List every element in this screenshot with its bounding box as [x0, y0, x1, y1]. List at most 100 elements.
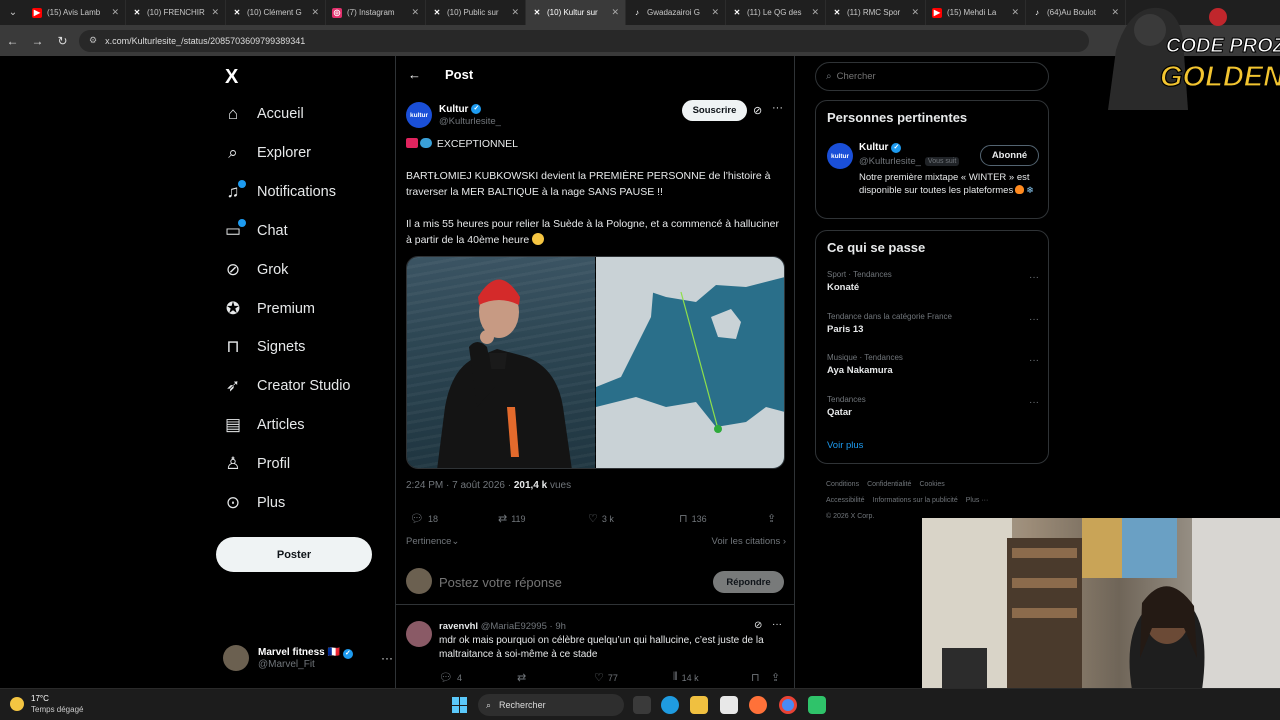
repost-action[interactable]: ⇄ — [517, 671, 530, 684]
nav-item-articles[interactable]: ▤ Articles — [223, 410, 305, 440]
windows-start-icon[interactable] — [452, 697, 468, 713]
more-horizontal-icon[interactable]: ··· — [1029, 397, 1039, 408]
account-switcher[interactable]: Marvel fitness 🇫🇷 ✓ @Marvel_Fit ··· — [223, 642, 393, 674]
footer-link[interactable]: © 2026 X Corp. — [826, 513, 874, 520]
weather-widget[interactable]: 17°C Temps dégagé — [10, 693, 83, 715]
person-name[interactable]: Kultur ✓ — [859, 142, 902, 153]
reply-action[interactable]: 💬︎ 4 — [439, 671, 462, 684]
nav-item-creator-studio[interactable]: ➶ Creator Studio — [223, 371, 351, 401]
close-tab-icon[interactable]: ✕ — [111, 7, 119, 18]
trend-item[interactable]: Sport · Tendances Konaté ··· — [827, 270, 1039, 300]
url-field[interactable]: ⚙ x.com/Kulturlesite_/status/20857036097… — [79, 29, 1089, 52]
baltic-sea-map[interactable] — [596, 257, 784, 468]
search-input[interactable] — [836, 71, 1027, 82]
subscribe-button[interactable]: Souscrire — [682, 100, 747, 121]
trend-item[interactable]: Tendances Qatar ··· — [827, 395, 1039, 425]
more-horizontal-icon[interactable]: ··· — [381, 651, 393, 665]
share-action[interactable]: ⇪ — [771, 671, 784, 684]
browser-tab[interactable]: ✕ (10) Public sur ✕ — [426, 0, 526, 25]
close-tab-icon[interactable]: ✕ — [711, 7, 719, 18]
back-arrow-icon[interactable]: ← — [0, 34, 25, 48]
more-horizontal-icon[interactable]: ··· — [1029, 314, 1039, 325]
grok-icon[interactable]: ⊘ — [754, 620, 762, 631]
edge-icon[interactable] — [661, 696, 679, 714]
nav-item-signets[interactable]: ⊓ Signets — [223, 332, 305, 362]
browser-tab[interactable]: ✕ (10) FRENCHIR ✕ — [126, 0, 226, 25]
more-horizontal-icon[interactable]: ··· — [772, 102, 783, 114]
browser-tab[interactable]: ▶ (15) Mehdi La ✕ — [926, 0, 1026, 25]
more-horizontal-icon[interactable]: ··· — [772, 619, 782, 630]
forward-arrow-icon[interactable]: → — [25, 34, 50, 48]
avatar[interactable]: kultur — [406, 102, 432, 128]
close-tab-icon[interactable]: ✕ — [311, 7, 319, 18]
author-name[interactable]: Kultur ✓ — [439, 104, 501, 115]
footer-link[interactable]: Conditions — [826, 481, 859, 488]
sort-dropdown[interactable]: Pertinence⌄ — [406, 536, 459, 547]
avatar[interactable] — [406, 621, 432, 647]
footer-link[interactable]: Informations sur la publicité — [873, 497, 958, 504]
nav-item-premium[interactable]: ✪ Premium — [223, 294, 315, 324]
nav-item-accueil[interactable]: ⌂ Accueil — [223, 99, 304, 129]
more-horizontal-icon[interactable]: ··· — [1029, 355, 1039, 366]
reply-tweet[interactable]: ravenvhl @MariaE92995 · 9h ⊘ ··· mdr ok … — [396, 613, 794, 688]
browser-tab[interactable]: ▶ (15) Avis Lamb ✕ — [26, 0, 126, 25]
close-tab-icon[interactable]: ✕ — [911, 7, 919, 18]
browser-tab[interactable]: ◎ (7) Instagram ✕ — [326, 0, 426, 25]
close-tab-icon[interactable]: ✕ — [1011, 7, 1019, 18]
reply-button[interactable]: Répondre — [713, 571, 784, 593]
bookmark-action[interactable]: ⊓ — [751, 671, 764, 684]
like-action[interactable]: ♡ 3 k — [588, 512, 614, 525]
repost-action[interactable]: ⇄ 119 — [498, 512, 526, 525]
footer-link[interactable]: Confidentialité — [867, 481, 911, 488]
trend-item[interactable]: Musique · Tendances Aya Nakamura ··· — [827, 353, 1039, 383]
more-horizontal-icon[interactable]: ··· — [1029, 272, 1039, 283]
search-box[interactable]: ⌕ — [815, 62, 1049, 91]
close-tab-icon[interactable]: ✕ — [511, 7, 519, 18]
x-logo-icon[interactable]: X — [225, 66, 238, 89]
like-action[interactable]: ♡ 77 — [594, 671, 618, 684]
nav-item-notifications[interactable]: ♫ Notifications — [223, 177, 336, 207]
close-tab-icon[interactable]: ✕ — [611, 7, 619, 18]
browser-tab[interactable]: ✕ (11) RMC Spor ✕ — [826, 0, 926, 25]
grok-icon[interactable]: ⊘ — [753, 104, 762, 117]
close-tab-icon[interactable]: ✕ — [211, 7, 219, 18]
back-arrow-icon[interactable]: ← — [408, 67, 421, 82]
nav-item-profil[interactable]: ♙ Profil — [223, 449, 290, 479]
browser-tab[interactable]: ✕ (10) Clément G ✕ — [226, 0, 326, 25]
reply-action[interactable]: 💬︎ 18 — [410, 512, 438, 525]
tab-search-icon[interactable]: ⌄ — [0, 0, 26, 25]
author-handle[interactable]: @Kulturlesite_ — [439, 116, 501, 127]
trend-item[interactable]: Tendance dans la catégorie France Paris 1… — [827, 312, 1039, 342]
store-icon[interactable] — [720, 696, 738, 714]
nav-item-plus[interactable]: ⊙ Plus — [223, 488, 285, 518]
chrome-icon[interactable] — [779, 696, 797, 714]
site-settings-icon[interactable]: ⚙ — [89, 35, 97, 46]
share-action[interactable]: ⇪ — [767, 512, 780, 525]
nav-item-chat[interactable]: ▭ Chat — [223, 216, 288, 246]
close-tab-icon[interactable]: ✕ — [811, 7, 819, 18]
reply-input[interactable] — [439, 571, 689, 593]
close-tab-icon[interactable]: ✕ — [411, 7, 419, 18]
nav-item-grok[interactable]: ⊘ Grok — [223, 255, 289, 285]
footer-link[interactable]: Plus ··· — [966, 497, 989, 504]
post-button[interactable]: Poster — [216, 537, 372, 572]
reload-icon[interactable]: ↻ — [50, 34, 75, 48]
file-explorer-icon[interactable] — [690, 696, 708, 714]
view-quotes-link[interactable]: Voir les citations › — [712, 536, 786, 547]
show-more-link[interactable]: Voir plus — [827, 440, 863, 451]
app-icon[interactable] — [808, 696, 826, 714]
tweet-media[interactable] — [406, 256, 785, 469]
taskbar-search[interactable]: ⌕ Rechercher — [478, 694, 624, 716]
browser-tab[interactable]: ♪ Gwadazairoi G ✕ — [626, 0, 726, 25]
footer-link[interactable]: Cookies — [919, 481, 944, 488]
browser-tab[interactable]: ✕ (10) Kultur sur ✕ — [526, 0, 626, 25]
views-action[interactable]: ⫴ 14 k — [673, 671, 699, 684]
bookmark-action[interactable]: ⊓ 136 — [679, 512, 707, 525]
nav-item-explorer[interactable]: ⌕ Explorer — [223, 138, 311, 168]
avatar[interactable]: kultur — [827, 143, 853, 169]
firefox-icon[interactable] — [749, 696, 767, 714]
following-button[interactable]: Abonné — [980, 145, 1039, 166]
task-view-icon[interactable] — [633, 696, 651, 714]
browser-tab[interactable]: ✕ (11) Le QG des ✕ — [726, 0, 826, 25]
swimmer-photo[interactable] — [407, 257, 596, 468]
